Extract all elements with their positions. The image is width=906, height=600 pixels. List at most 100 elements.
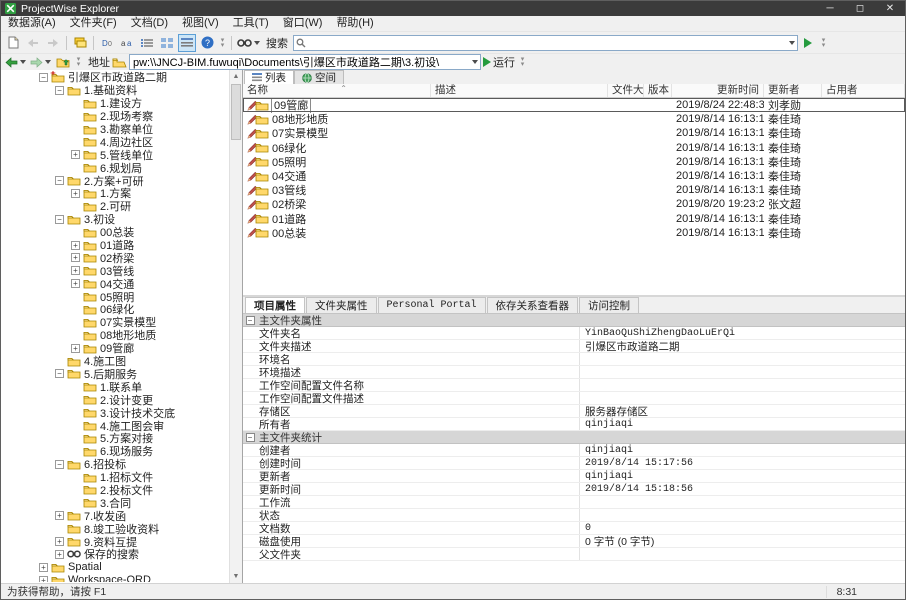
scroll-thumb[interactable] bbox=[231, 84, 241, 140]
table-row[interactable]: 08地形地质2019/8/14 16:13:12秦佳琦 bbox=[243, 112, 905, 126]
undo-icon[interactable] bbox=[24, 34, 42, 52]
tree-item[interactable]: +Spatial bbox=[1, 561, 229, 574]
toolbar-overflow-icon[interactable]: ▾▾ bbox=[219, 38, 226, 48]
table-row[interactable]: 09管廊2019/8/24 22:48:33刘孝勋 bbox=[243, 98, 905, 112]
menu-item-7[interactable]: 帮助(H) bbox=[329, 16, 380, 31]
column-header-4[interactable]: 版本 bbox=[644, 84, 672, 97]
svg-text:0: 0 bbox=[108, 41, 112, 48]
collapse-icon[interactable]: − bbox=[39, 73, 48, 82]
table-row[interactable]: 01道路2019/8/14 16:13:12秦佳琦 bbox=[243, 212, 905, 226]
close-button[interactable]: ✕ bbox=[875, 1, 905, 16]
column-header-7[interactable]: 占用者 bbox=[822, 84, 905, 97]
expand-icon[interactable]: + bbox=[71, 189, 80, 198]
details-view-icon[interactable] bbox=[178, 34, 196, 52]
collapse-icon[interactable]: − bbox=[55, 369, 64, 378]
rename-icon[interactable]: aa bbox=[118, 34, 136, 52]
expand-icon[interactable]: + bbox=[55, 550, 64, 559]
expand-icon[interactable]: + bbox=[39, 576, 48, 582]
properties-tab[interactable]: Personal Portal bbox=[378, 297, 486, 313]
thumbnails-view-icon[interactable] bbox=[158, 34, 176, 52]
menu-item-2[interactable]: 文件夹(F) bbox=[63, 16, 124, 31]
table-row[interactable]: 06绿化2019/8/14 16:13:12秦佳琦 bbox=[243, 141, 905, 155]
toolbar-overflow-icon[interactable]: ▾▾ bbox=[519, 57, 526, 67]
maximize-button[interactable]: ◻ bbox=[845, 1, 875, 16]
toolbar-overflow-icon[interactable]: ▾▾ bbox=[75, 57, 82, 67]
properties-tab[interactable]: 依存关系查看器 bbox=[487, 297, 579, 313]
minimize-button[interactable]: ─ bbox=[815, 1, 845, 16]
property-label: 父文件夹 bbox=[257, 547, 579, 562]
new-document-icon[interactable] bbox=[4, 34, 22, 52]
menu-item-4[interactable]: 视图(V) bbox=[175, 16, 226, 31]
collapse-icon[interactable]: − bbox=[55, 176, 64, 185]
main-area: −引爆区市政道路二期−1.基础资料1.建设方2.现场考察3.勘察单位4.周边社区… bbox=[1, 70, 905, 583]
properties-tab[interactable]: 文件夹属性 bbox=[306, 297, 377, 313]
folder-icon bbox=[83, 124, 97, 135]
view-tab-active[interactable]: 列表 bbox=[244, 70, 294, 84]
up-folder-icon[interactable] bbox=[54, 53, 72, 71]
list-view-icon[interactable] bbox=[138, 34, 156, 52]
search-dropdown-icon[interactable] bbox=[784, 36, 797, 50]
collapse-icon[interactable]: − bbox=[55, 215, 64, 224]
search-input[interactable] bbox=[307, 36, 784, 50]
find-icon[interactable] bbox=[236, 34, 261, 52]
collapse-icon[interactable]: − bbox=[55, 460, 64, 469]
back-icon[interactable] bbox=[4, 53, 27, 71]
expand-icon[interactable]: + bbox=[55, 537, 64, 546]
standard-toolbar: D0 aa ? ▾▾ 搜索 ▾▾ bbox=[1, 31, 905, 53]
tree-scrollbar[interactable]: ▲ ▼ bbox=[229, 70, 242, 583]
file-updater: 秦佳琦 bbox=[764, 225, 822, 241]
table-row[interactable]: 02桥梁2019/8/20 19:23:24张文超 bbox=[243, 197, 905, 211]
table-row[interactable]: 00总装2019/8/14 16:13:12秦佳琦 bbox=[243, 226, 905, 240]
forward-icon[interactable] bbox=[29, 53, 52, 71]
search-run-button[interactable] bbox=[799, 34, 817, 52]
address-combobox[interactable] bbox=[129, 54, 481, 70]
help-icon[interactable]: ? bbox=[198, 34, 216, 52]
file-updated: 2019/8/20 19:23:24 bbox=[672, 198, 764, 210]
address-dropdown-icon[interactable] bbox=[467, 55, 480, 69]
view-tab-inactive[interactable]: 空间 bbox=[294, 70, 344, 84]
table-row[interactable]: 03管线2019/8/14 16:13:12秦佳琦 bbox=[243, 183, 905, 197]
copy-list-icon[interactable] bbox=[71, 34, 89, 52]
table-row[interactable]: 07实景模型2019/8/14 16:13:12秦佳琦 bbox=[243, 126, 905, 140]
scroll-up-icon[interactable]: ▲ bbox=[230, 70, 242, 83]
expand-icon[interactable]: + bbox=[39, 563, 48, 572]
column-header-5[interactable]: 更新时间 bbox=[672, 84, 764, 97]
toolbar-overflow-icon[interactable]: ▾▾ bbox=[820, 38, 827, 48]
table-row[interactable]: 04交通2019/8/14 16:13:12秦佳琦 bbox=[243, 169, 905, 183]
menu-item-5[interactable]: 工具(T) bbox=[226, 16, 276, 31]
collapse-icon[interactable]: − bbox=[246, 433, 255, 442]
column-header-2[interactable]: 描述 bbox=[431, 84, 608, 97]
tree-item[interactable]: +Workspace-ORD bbox=[1, 574, 229, 582]
scroll-down-icon[interactable]: ▼ bbox=[230, 570, 242, 583]
properties-tab[interactable]: 项目属性 bbox=[245, 297, 305, 313]
column-header-1[interactable]: 名称⌃ bbox=[243, 84, 431, 97]
properties-tab[interactable]: 访问控制 bbox=[579, 297, 639, 313]
expand-icon[interactable]: + bbox=[71, 241, 80, 250]
tree-item[interactable]: +保存的搜索 bbox=[1, 548, 229, 561]
expand-icon[interactable]: + bbox=[71, 150, 80, 159]
expand-icon[interactable]: + bbox=[71, 253, 80, 262]
menu-item-6[interactable]: 窗口(W) bbox=[276, 16, 330, 31]
menu-item-3[interactable]: 文档(D) bbox=[124, 16, 175, 31]
redo-icon[interactable] bbox=[44, 34, 62, 52]
saved-search-icon bbox=[67, 549, 81, 559]
find-dropdown-icon[interactable] bbox=[254, 41, 260, 45]
expand-icon[interactable]: + bbox=[71, 279, 80, 288]
expand-icon[interactable]: + bbox=[55, 511, 64, 520]
address-input[interactable] bbox=[130, 55, 467, 69]
search-combobox[interactable] bbox=[293, 35, 798, 51]
file-updated: 2019/8/24 22:48:33 bbox=[672, 99, 764, 111]
table-row[interactable]: 05照明2019/8/14 16:13:12秦佳琦 bbox=[243, 155, 905, 169]
expand-icon[interactable]: + bbox=[71, 266, 80, 275]
menu-item-1[interactable]: 数据源(A) bbox=[1, 16, 63, 31]
file-updated: 2019/8/14 16:13:12 bbox=[672, 113, 764, 125]
column-header-6[interactable]: 更新者 bbox=[764, 84, 822, 97]
titlebar: ProjectWise Explorer ─ ◻ ✕ bbox=[1, 1, 905, 16]
run-button[interactable]: 运行 bbox=[482, 53, 516, 71]
collapse-icon[interactable]: − bbox=[55, 86, 64, 95]
expand-icon[interactable]: + bbox=[71, 344, 80, 353]
column-header-3[interactable]: 文件大小 bbox=[608, 84, 644, 97]
folder-icon bbox=[83, 227, 97, 238]
collapse-icon[interactable]: − bbox=[246, 316, 255, 325]
interface-icon[interactable]: D0 bbox=[98, 34, 116, 52]
